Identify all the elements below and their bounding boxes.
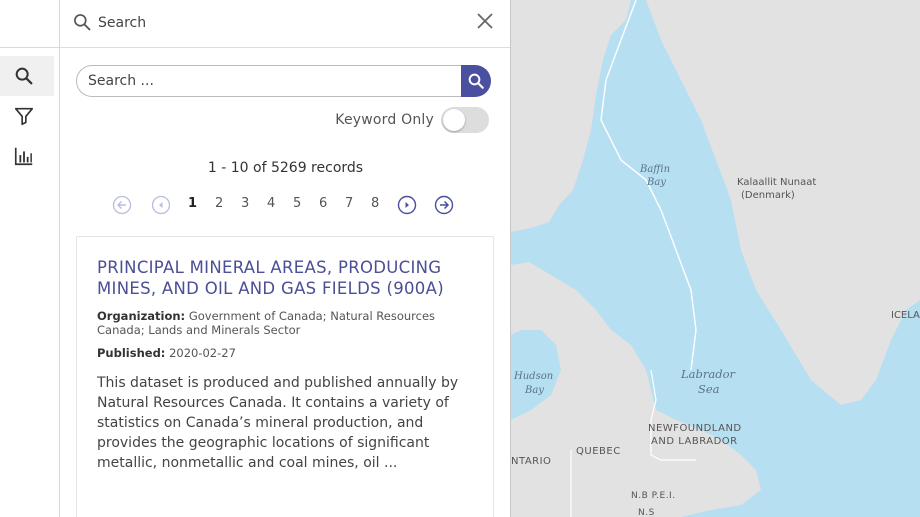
published: Published: 2020-02-27 [97, 346, 473, 360]
prev-page-icon[interactable] [151, 195, 171, 215]
organization: Organization: Government of Canada; Natu… [97, 309, 473, 337]
keyword-only-toggle[interactable] [441, 107, 489, 133]
page-4[interactable]: 4 [267, 194, 275, 214]
search-icon [74, 14, 91, 31]
page-8[interactable]: 8 [371, 194, 379, 214]
label-ns: N.S [638, 508, 655, 517]
map-view[interactable]: Baffin Bay Kalaallit Nunaat (Denmark) IC… [511, 0, 920, 517]
label-iceland: ICELA [891, 310, 920, 321]
panel-header: Search [60, 0, 510, 48]
bar-chart-icon [14, 147, 33, 166]
label-baffin: Baffin [640, 164, 671, 175]
search-icon [15, 67, 33, 85]
records-summary: 1 - 10 of 5269 records [207, 160, 364, 176]
rail-header [0, 0, 59, 48]
pagination: 1 2 3 4 5 6 7 8 [112, 194, 472, 216]
label-labrador-sea-2: Sea [698, 382, 720, 396]
result-description: This dataset is produced and published a… [97, 375, 459, 471]
label-quebec: QUEBEC [576, 446, 621, 457]
label-greenland: Kalaallit Nunaat [737, 177, 817, 188]
search-panel: Search Keyword Only 1 - 10 of 5269 recor… [60, 0, 511, 517]
label-and-labrador: AND LABRADOR [651, 436, 738, 447]
rail-chart-button[interactable] [0, 136, 54, 176]
greenland-land [646, 0, 920, 405]
search-icon [468, 73, 484, 89]
page-6[interactable]: 6 [319, 194, 327, 214]
label-labrador-sea: Labrador [681, 367, 735, 381]
last-page-icon[interactable] [434, 195, 454, 215]
search-input[interactable] [76, 65, 462, 97]
page-1[interactable]: 1 [188, 194, 197, 214]
search-submit-button[interactable] [461, 65, 491, 97]
rail-filter-button[interactable] [0, 96, 54, 136]
result-card[interactable]: PRINCIPAL MINERAL AREAS, PRODUCING MINES… [76, 236, 494, 517]
page-3[interactable]: 3 [241, 194, 249, 214]
page-2[interactable]: 2 [215, 194, 223, 214]
label-newfoundland: NEWFOUNDLAND [648, 423, 742, 434]
page-7[interactable]: 7 [345, 194, 353, 214]
rail-search-button[interactable] [0, 56, 54, 96]
label-ontario: NTARIO [511, 456, 552, 467]
published-label: Published: [97, 346, 166, 360]
close-icon[interactable] [476, 12, 494, 30]
organization-label: Organization: [97, 309, 186, 323]
search-bar [76, 65, 491, 97]
keyword-only-row: Keyword Only [60, 107, 489, 133]
label-hudson-bay: Bay [525, 385, 544, 396]
first-page-icon[interactable] [112, 195, 132, 215]
label-baffin-bay: Bay [647, 177, 666, 188]
next-page-icon[interactable] [397, 195, 417, 215]
keyword-only-label: Keyword Only [335, 112, 434, 128]
label-nb-pei: N.B P.E.I. [631, 491, 676, 501]
result-title[interactable]: PRINCIPAL MINERAL AREAS, PRODUCING MINES… [97, 257, 473, 299]
published-date: 2020-02-27 [169, 346, 236, 360]
label-hudson: Hudson [514, 371, 554, 382]
page-5[interactable]: 5 [293, 194, 301, 214]
filter-icon [14, 107, 34, 126]
baffin-island-land [511, 0, 631, 232]
toggle-knob [443, 109, 465, 131]
labrador-land [511, 262, 761, 517]
panel-title: Search [98, 15, 147, 31]
left-rail [0, 0, 60, 517]
label-denmark: (Denmark) [741, 190, 795, 201]
